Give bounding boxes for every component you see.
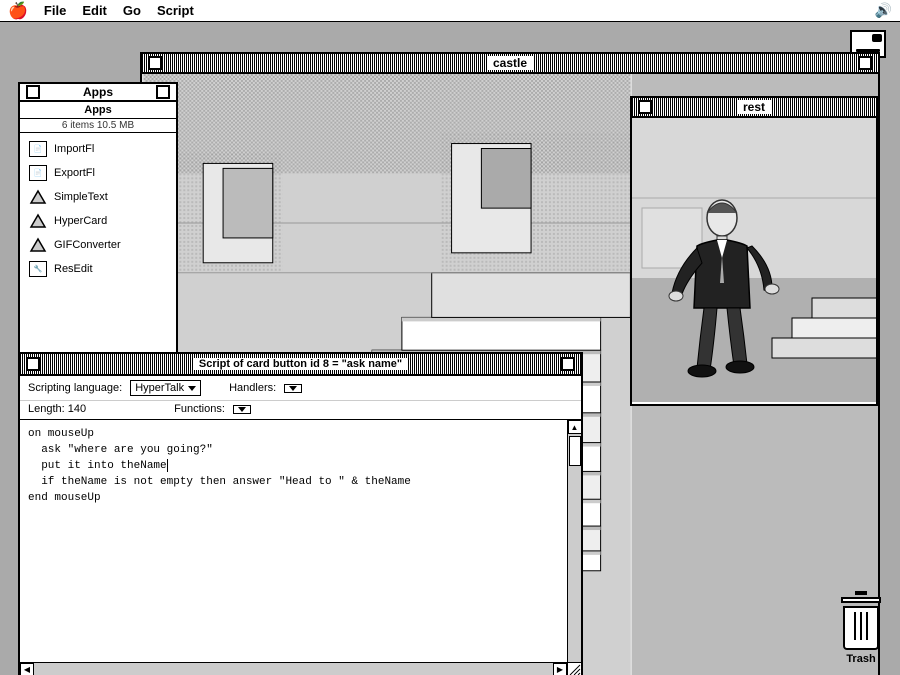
code-line-1: on mouseUp bbox=[28, 426, 563, 442]
rest-panel-content bbox=[632, 118, 876, 402]
list-item[interactable]: GIFConverter bbox=[26, 233, 170, 257]
script-horizontal-scrollbar[interactable]: ◀ ▶ bbox=[20, 662, 567, 675]
list-item[interactable]: 📄 ImportFl bbox=[26, 137, 170, 161]
trash-body bbox=[843, 606, 879, 650]
trash-handle bbox=[855, 591, 867, 595]
apps-subheader: 6 items 10.5 MB bbox=[20, 119, 176, 133]
apps-title-text: Apps bbox=[84, 104, 112, 116]
simpletext-icon bbox=[26, 187, 50, 207]
script-window: Script of card button id 8 = "ask name" … bbox=[18, 352, 583, 675]
code-line-3: put it into theName bbox=[28, 458, 563, 474]
scripting-language-dropdown[interactable]: HyperTalk bbox=[130, 380, 201, 396]
handlers-dropdown[interactable] bbox=[284, 384, 302, 393]
apps-zoom-button[interactable] bbox=[156, 85, 170, 99]
length-label: Length: 140 bbox=[28, 403, 86, 415]
script-controls-row1: Scripting language: HyperTalk Handlers: bbox=[20, 376, 581, 401]
castle-zoom-button[interactable] bbox=[858, 56, 872, 70]
menu-file[interactable]: File bbox=[44, 3, 66, 18]
rest-panel-titlebar[interactable]: rest bbox=[632, 98, 876, 118]
scroll-up-button[interactable]: ▲ bbox=[568, 420, 582, 434]
castle-titlebar[interactable]: castle bbox=[142, 54, 878, 74]
apps-titlebar[interactable]: Apps bbox=[20, 84, 176, 102]
trash-lid bbox=[841, 597, 881, 603]
rest-panel: rest bbox=[630, 96, 878, 406]
functions-dropdown-arrow bbox=[238, 407, 246, 412]
script-vertical-scrollbar[interactable]: ▲ ▼ bbox=[567, 420, 581, 675]
script-zoom-button[interactable] bbox=[561, 357, 575, 371]
script-title: Script of card button id 8 = "ask name" bbox=[193, 358, 408, 370]
apps-content: 📄 ImportFl 📄 ExportFl SimpleText bbox=[20, 133, 176, 285]
exportfl-icon: 📄 bbox=[26, 163, 50, 183]
disk-notch bbox=[872, 34, 882, 42]
text-cursor bbox=[167, 459, 168, 472]
script-controls-row2: Length: 140 Functions: bbox=[20, 401, 581, 420]
resedit-label: ResEdit bbox=[54, 263, 93, 275]
grow-box[interactable] bbox=[567, 662, 581, 675]
apps-title: Apps bbox=[77, 85, 119, 99]
script-body-container: on mouseUp ask "where are you going?" pu… bbox=[20, 420, 581, 675]
handlers-dropdown-arrow bbox=[289, 386, 297, 391]
menu-script[interactable]: Script bbox=[157, 3, 194, 18]
scripting-language-label: Scripting language: bbox=[28, 382, 122, 394]
menubar: 🍎 File Edit Go Script 🔊 bbox=[0, 0, 900, 22]
list-item[interactable]: 📄 ExportFl bbox=[26, 161, 170, 185]
hypercard-icon bbox=[26, 211, 50, 231]
list-item[interactable]: 🔧 ResEdit bbox=[26, 257, 170, 281]
trash-lines bbox=[845, 612, 877, 652]
rest-panel-title-text: rest bbox=[737, 100, 771, 114]
exportfl-label: ExportFl bbox=[54, 167, 95, 179]
resedit-icon: 🔧 bbox=[26, 259, 50, 279]
gifconverter-icon bbox=[26, 235, 50, 255]
functions-dropdown[interactable] bbox=[233, 405, 251, 414]
script-titlebar[interactable]: Script of card button id 8 = "ask name" bbox=[20, 354, 581, 376]
desktop: castle bbox=[0, 22, 900, 675]
scroll-thumb[interactable] bbox=[569, 436, 581, 466]
apps-window: Apps Apps 6 items 10.5 MB 📄 ImportFl 📄 bbox=[18, 82, 178, 362]
menu-right-icons: 🔊 bbox=[875, 2, 892, 19]
apple-menu[interactable]: 🍎 bbox=[8, 1, 28, 21]
script-editor[interactable]: on mouseUp ask "where are you going?" pu… bbox=[20, 420, 581, 596]
code-line-4: if theName is not empty then answer "Hea… bbox=[28, 474, 563, 490]
scroll-right-button[interactable]: ▶ bbox=[553, 663, 567, 675]
apps-header: Apps bbox=[20, 102, 176, 119]
functions-label: Functions: bbox=[174, 403, 225, 415]
scripting-language-dropdown-arrow bbox=[188, 386, 196, 391]
castle-title: castle bbox=[487, 56, 533, 70]
gifconverter-label: GIFConverter bbox=[54, 239, 121, 251]
apps-close-button[interactable] bbox=[26, 85, 40, 99]
menu-edit[interactable]: Edit bbox=[82, 3, 107, 18]
castle-close-button[interactable] bbox=[148, 56, 162, 70]
hypercard-label: HyperCard bbox=[54, 215, 107, 227]
menu-go[interactable]: Go bbox=[123, 3, 141, 18]
script-close-button[interactable] bbox=[26, 357, 40, 371]
list-item[interactable]: SimpleText bbox=[26, 185, 170, 209]
code-line-2: ask "where are you going?" bbox=[28, 442, 563, 458]
trash-icon[interactable]: Trash bbox=[836, 597, 886, 665]
character-svg bbox=[632, 118, 876, 402]
trash-label: Trash bbox=[846, 653, 875, 665]
importfl-label: ImportFl bbox=[54, 143, 94, 155]
scripting-language-value: HyperTalk bbox=[135, 382, 184, 394]
scroll-left-button[interactable]: ◀ bbox=[20, 663, 34, 675]
handlers-label: Handlers: bbox=[229, 382, 276, 394]
rest-panel-close[interactable] bbox=[638, 100, 652, 114]
code-line-5: end mouseUp bbox=[28, 490, 563, 506]
list-item[interactable]: HyperCard bbox=[26, 209, 170, 233]
simpletext-label: SimpleText bbox=[54, 191, 108, 203]
importfl-icon: 📄 bbox=[26, 139, 50, 159]
